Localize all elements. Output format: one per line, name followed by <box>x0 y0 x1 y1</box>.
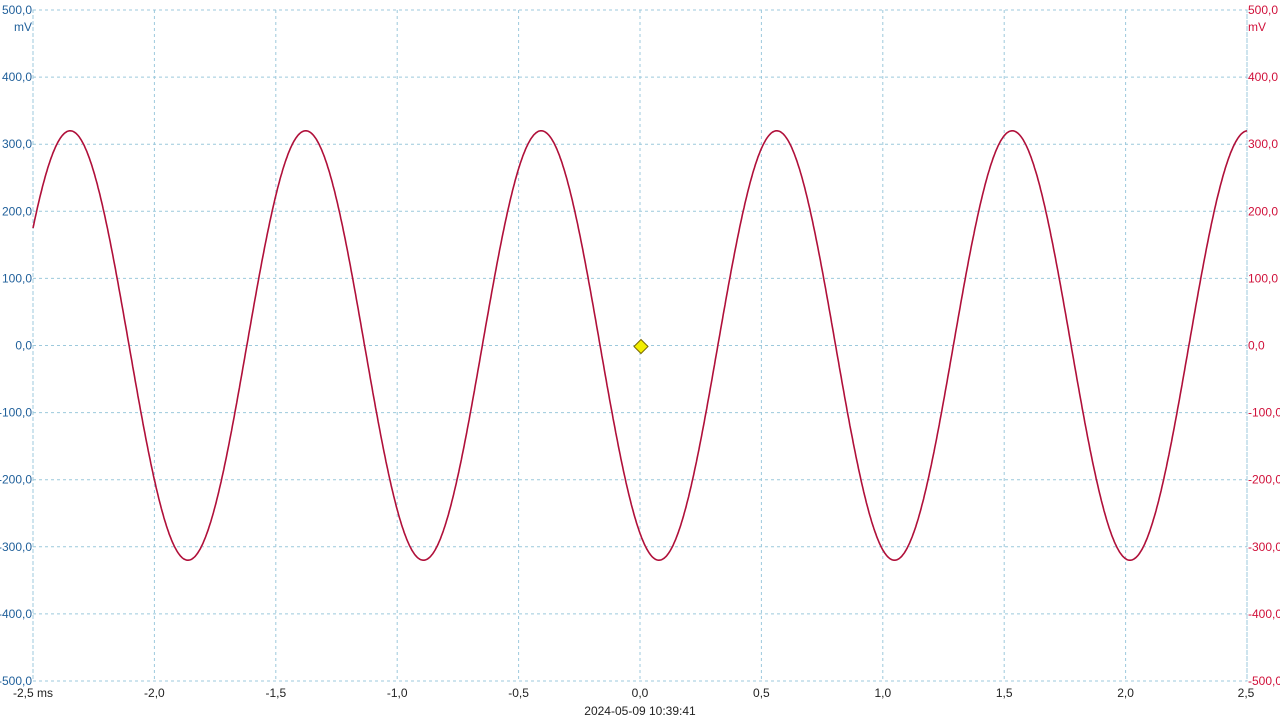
left-tick-label: -200,0 <box>0 473 32 487</box>
left-tick-label: 300,0 <box>2 137 32 151</box>
x-tick-label: -1,5 <box>265 686 286 700</box>
left-tick-label: 400,0 <box>2 70 32 84</box>
x-tick-label: -2,5 ms <box>13 686 53 700</box>
x-tick-label: 1,0 <box>874 686 891 700</box>
x-tick-label: 1,5 <box>996 686 1013 700</box>
right-tick-label: 200,0 <box>1248 204 1278 218</box>
right-tick-label: 100,0 <box>1248 271 1278 285</box>
right-axis: mV 500,0 400,0 300,0 200,0 100,0 0,0 -100,0 -20… <box>1248 3 1280 688</box>
x-tick-label: -2,0 <box>144 686 165 700</box>
right-tick-label: -200,0 <box>1248 473 1280 487</box>
x-axis: -2,5 ms -2,0 -1,5 -1,0 -0,5 0,0 0,5 1,0 1,5 2,0 2,… <box>13 686 1255 700</box>
x-tick-label: -0,5 <box>508 686 529 700</box>
x-tick-label: 0,5 <box>753 686 770 700</box>
x-tick-label: 2,0 <box>1117 686 1134 700</box>
right-tick-label: -300,0 <box>1248 540 1280 554</box>
left-tick-label: 0,0 <box>15 339 32 353</box>
trigger-layer <box>633 338 649 355</box>
left-tick-label: -100,0 <box>0 406 32 420</box>
left-tick-label: 200,0 <box>2 204 32 218</box>
right-axis-unit-label: mV <box>1248 20 1266 34</box>
right-tick-label: 300,0 <box>1248 137 1278 151</box>
left-tick-label: 500,0 <box>2 3 32 17</box>
right-tick-label: 500,0 <box>1248 3 1278 17</box>
left-axis-unit-label: mV <box>14 20 32 34</box>
left-tick-label: -400,0 <box>0 607 32 621</box>
right-tick-label: 400,0 <box>1248 70 1278 84</box>
right-tick-label: -400,0 <box>1248 607 1280 621</box>
oscilloscope-chart: mV 500,0 400,0 300,0 200,0 100,0 0,0 -100,0 -20… <box>0 3 1280 718</box>
left-tick-label: 100,0 <box>2 271 32 285</box>
trigger-marker-icon[interactable] <box>633 338 649 355</box>
x-tick-label: 2,5 <box>1238 686 1255 700</box>
right-tick-label: -100,0 <box>1248 406 1280 420</box>
right-tick-label: 0,0 <box>1248 339 1265 353</box>
left-tick-label: -300,0 <box>0 540 32 554</box>
x-tick-label: -1,0 <box>387 686 408 700</box>
left-axis: mV 500,0 400,0 300,0 200,0 100,0 0,0 -100,0 -20… <box>0 3 32 688</box>
capture-timestamp: 2024-05-09 10:39:41 <box>584 704 696 718</box>
x-tick-label: 0,0 <box>632 686 649 700</box>
